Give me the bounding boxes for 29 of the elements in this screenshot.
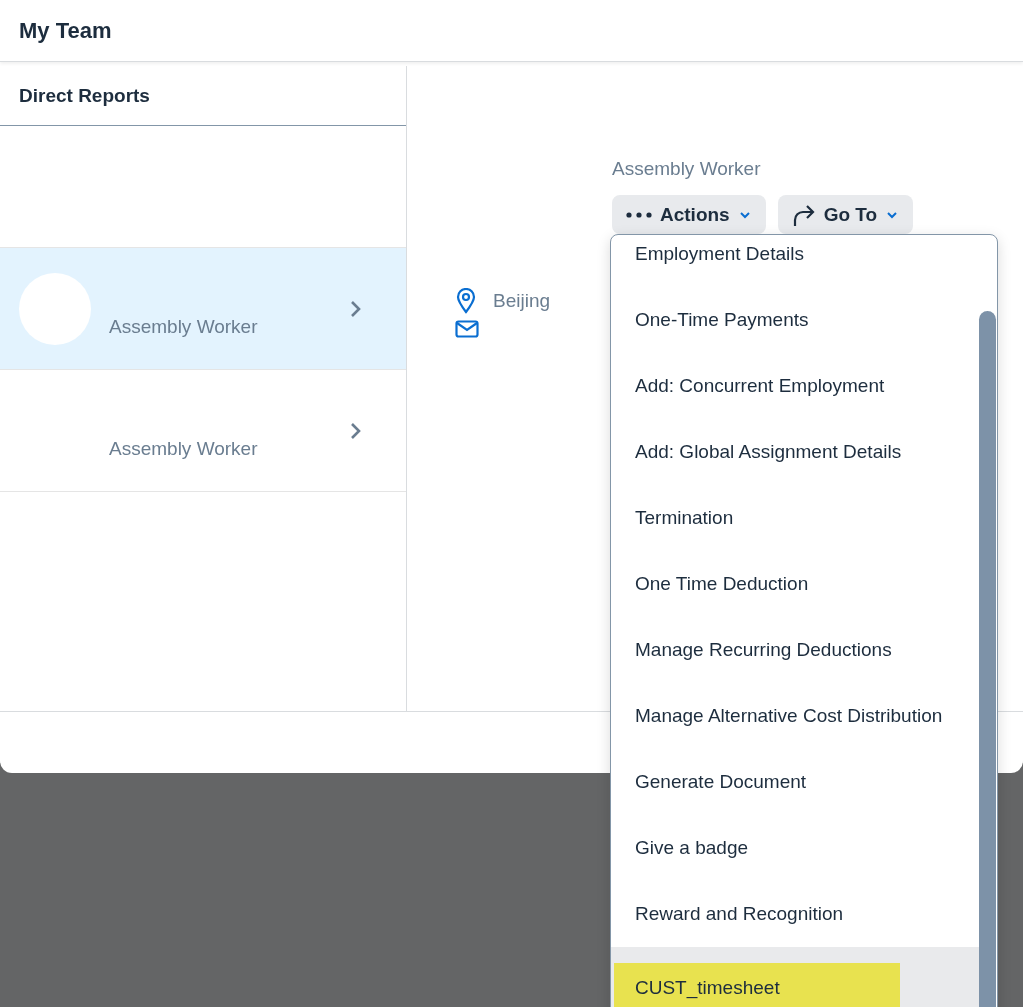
menu-item[interactable]: Employment Details bbox=[611, 235, 979, 287]
location-text: Beijing bbox=[493, 290, 551, 312]
menu-item[interactable]: Give a badge bbox=[611, 815, 979, 881]
menu-item[interactable]: Manage Alternative Cost Distribution bbox=[611, 683, 979, 749]
location-pin-icon bbox=[455, 288, 477, 314]
section-title: Direct Reports bbox=[19, 84, 150, 107]
menu-item[interactable]: Termination bbox=[611, 485, 979, 551]
chevron-right-icon bbox=[350, 299, 362, 318]
curved-arrow-icon bbox=[791, 202, 816, 227]
scrollbar[interactable] bbox=[979, 311, 996, 1007]
more-dots-icon bbox=[626, 211, 652, 218]
menu-item[interactable]: Generate Document bbox=[611, 749, 979, 815]
menu-item[interactable]: Reward and Recognition bbox=[611, 881, 979, 947]
job-title: Assembly Worker bbox=[612, 158, 761, 180]
go-to-button[interactable]: Go To bbox=[777, 195, 914, 234]
job-title: Assembly Worker bbox=[109, 315, 259, 338]
report-list-item[interactable]: Assembly Worker bbox=[0, 370, 406, 492]
menu-item[interactable]: Add: Concurrent Employment bbox=[611, 353, 979, 419]
report-list-item[interactable]: Assembly Worker bbox=[0, 248, 406, 370]
menu-item[interactable]: CUST_timesheet bbox=[611, 947, 979, 1007]
job-title: Assembly Worker bbox=[109, 437, 259, 460]
menu-item[interactable]: One Time Deduction bbox=[611, 551, 979, 617]
menu-item[interactable]: Manage Recurring Deductions bbox=[611, 617, 979, 683]
menu-item[interactable]: One-Time Payments bbox=[611, 287, 979, 353]
chevron-right-icon bbox=[350, 421, 362, 440]
envelope-icon bbox=[455, 320, 479, 338]
actions-button[interactable]: Actions bbox=[612, 195, 766, 234]
page-title: My Team bbox=[19, 17, 112, 44]
menu-item[interactable]: Add: Global Assignment Details bbox=[611, 419, 979, 485]
